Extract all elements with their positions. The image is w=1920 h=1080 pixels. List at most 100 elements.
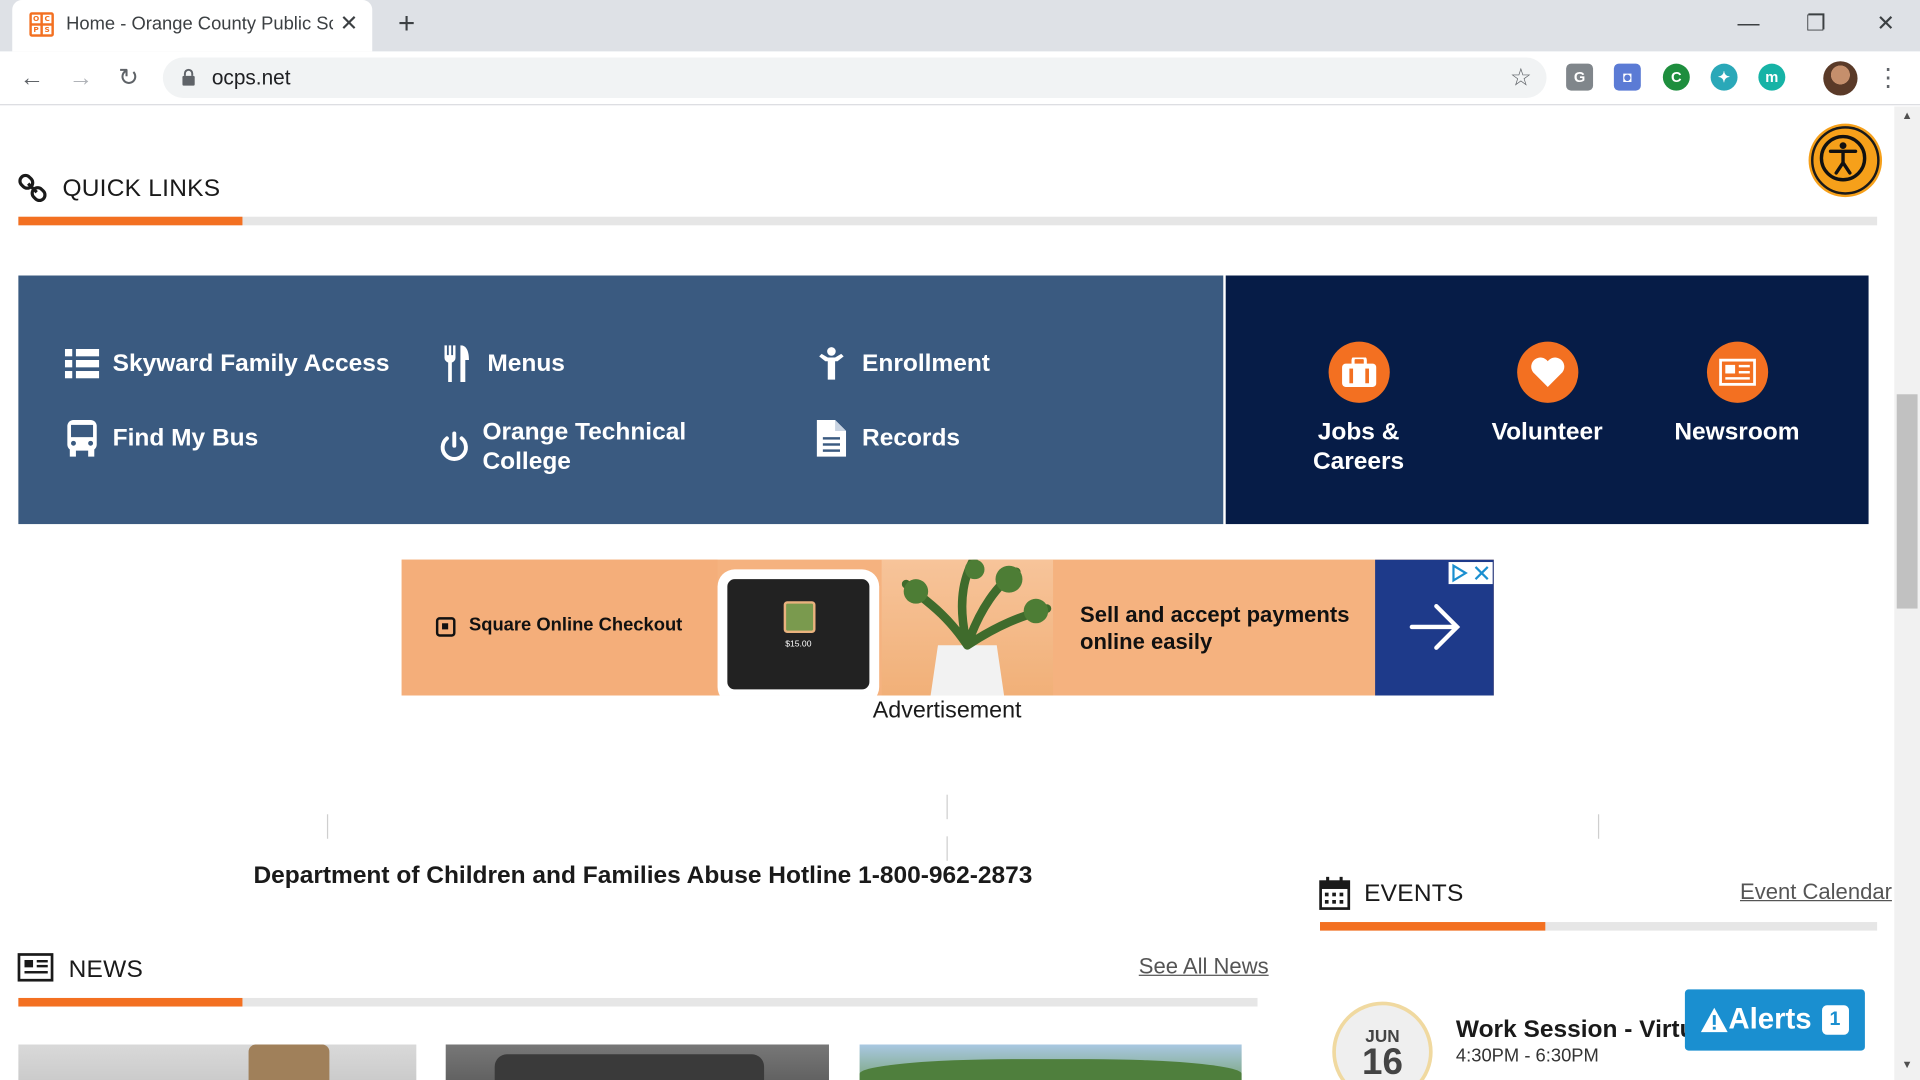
featured-link-label: Newsroom xyxy=(1674,418,1800,446)
featured-link-label: Jobs & Careers xyxy=(1312,418,1405,476)
g-extension-icon[interactable]: G xyxy=(1566,63,1594,91)
link-chain-icon xyxy=(18,173,47,203)
green-extension-icon[interactable]: C xyxy=(1662,63,1690,91)
browser-tab[interactable]: O C P S Home - Orange County Public Sc ✕ xyxy=(12,0,373,52)
quick-link-skyward[interactable]: Skyward Family Access xyxy=(64,345,390,382)
quick-link-enrollment[interactable]: Enrollment xyxy=(813,345,990,382)
new-tab-button[interactable]: + xyxy=(389,7,423,41)
page-content: QUICK LINKS Skyward Family Access Menus xyxy=(0,106,1895,1080)
divider xyxy=(326,814,329,839)
accessibility-button[interactable] xyxy=(1811,126,1880,195)
camera-extension-icon[interactable]: ◘ xyxy=(1613,63,1641,91)
ad-plants-image xyxy=(881,559,1054,696)
news-title: NEWS xyxy=(68,956,144,984)
quick-link-find-my-bus[interactable]: Find My Bus xyxy=(64,420,259,457)
divider xyxy=(946,836,948,861)
tab-close-icon[interactable]: ✕ xyxy=(336,10,363,37)
browser-menu-icon[interactable]: ⋮ xyxy=(1876,61,1900,95)
favicon-letter: C xyxy=(42,14,52,24)
scroll-up-arrow-icon[interactable]: ▲ xyxy=(1894,109,1920,129)
back-button[interactable]: ← xyxy=(15,61,49,95)
bus-icon xyxy=(64,420,101,457)
newspaper-icon xyxy=(1706,341,1768,403)
window-close-button[interactable]: ✕ xyxy=(1858,5,1914,42)
m-extension-icon[interactable]: m xyxy=(1758,63,1786,91)
minimize-button[interactable]: — xyxy=(1720,5,1776,42)
address-bar[interactable]: ocps.net ☆ xyxy=(162,57,1547,98)
forward-button[interactable]: → xyxy=(64,61,98,95)
heart-icon xyxy=(1516,341,1578,403)
calendar-icon xyxy=(1319,876,1351,910)
advertisement-banner[interactable]: Square Online Checkout $15.00 Sell and a… xyxy=(401,559,1494,696)
event-time: 4:30PM - 6:30PM xyxy=(1455,1045,1599,1067)
featured-links-panel: Jobs & Careers Volunteer Newsroom xyxy=(1225,275,1869,525)
browser-toolbar: ← → ↻ ocps.net ☆ G ◘ C ✦ m ⋮ xyxy=(0,51,1920,106)
featured-link-volunteer[interactable]: Volunteer xyxy=(1471,341,1624,447)
quick-link-label: Enrollment xyxy=(862,349,990,377)
quick-link-label: Orange Technical College xyxy=(482,418,687,476)
featured-link-newsroom[interactable]: Newsroom xyxy=(1660,341,1813,447)
event-title[interactable]: Work Session - Virtua xyxy=(1456,1016,1708,1044)
ad-phone-image: $15.00 xyxy=(717,569,880,696)
warning-icon xyxy=(1701,1007,1729,1033)
newspaper-icon xyxy=(17,953,54,982)
adchoices-icon[interactable] xyxy=(1448,562,1493,585)
alerts-button[interactable]: Alerts 1 xyxy=(1684,989,1865,1051)
document-icon xyxy=(813,420,850,457)
square-logo-icon xyxy=(435,617,456,637)
lock-icon xyxy=(182,68,195,86)
quick-links-underline xyxy=(18,216,1878,226)
browser-tab-bar: O C P S Home - Orange County Public Sc ✕… xyxy=(0,0,1920,52)
quick-link-label: Find My Bus xyxy=(112,424,259,452)
power-icon xyxy=(438,429,470,466)
bird-extension-icon[interactable]: ✦ xyxy=(1710,63,1738,91)
events-title: EVENTS xyxy=(1364,880,1464,908)
quick-link-label: Menus xyxy=(487,349,565,377)
favicon-letter: S xyxy=(42,25,52,35)
quick-link-records[interactable]: Records xyxy=(813,420,960,457)
url-text[interactable]: ocps.net xyxy=(212,66,291,90)
utensils-icon xyxy=(438,345,475,383)
alerts-count-badge: 1 xyxy=(1821,1005,1849,1035)
briefcase-icon xyxy=(1327,341,1390,403)
restore-button[interactable]: ❐ xyxy=(1788,5,1844,42)
scrollbar-thumb[interactable] xyxy=(1896,394,1918,609)
favicon-letter: P xyxy=(31,25,41,35)
ad-headline: Sell and accept payments online easily xyxy=(1080,602,1350,654)
quick-link-menus[interactable]: Menus xyxy=(438,345,565,383)
scroll-down-arrow-icon[interactable]: ▼ xyxy=(1894,1058,1920,1078)
see-all-news-link[interactable]: See All News xyxy=(1139,954,1269,980)
advertisement-caption: Advertisement xyxy=(872,697,1022,724)
bookmark-star-icon[interactable]: ☆ xyxy=(1510,62,1532,93)
quick-links-panel: Skyward Family Access Menus Enrollment F… xyxy=(18,275,1224,525)
ad-brand-name: Square Online Checkout xyxy=(468,614,683,636)
ad-price: $15.00 xyxy=(785,640,812,649)
profile-avatar[interactable] xyxy=(1823,61,1858,96)
quick-links-title: QUICK LINKS xyxy=(62,175,221,203)
child-icon xyxy=(813,345,850,382)
event-day: 16 xyxy=(1362,1042,1403,1080)
favicon-letter: O xyxy=(31,14,41,24)
quick-link-label: Records xyxy=(862,424,961,452)
tab-title: Home - Orange County Public Sc xyxy=(66,13,334,35)
events-underline xyxy=(1320,922,1878,931)
news-thumbnail[interactable] xyxy=(859,1044,1242,1080)
news-thumbnail[interactable] xyxy=(445,1044,829,1080)
ocps-favicon-icon: O C P S xyxy=(29,12,54,37)
divider xyxy=(1597,814,1600,839)
quick-link-orange-technical-college[interactable]: Orange Technical College xyxy=(438,418,720,477)
page-scrollbar[interactable]: ▲ ▼ xyxy=(1894,106,1920,1080)
list-icon xyxy=(64,345,101,382)
divider xyxy=(946,794,948,820)
featured-link-jobs-careers[interactable]: Jobs & Careers xyxy=(1282,341,1435,477)
featured-link-label: Volunteer xyxy=(1491,418,1603,446)
event-calendar-link[interactable]: Event Calendar xyxy=(1740,879,1892,905)
news-underline xyxy=(18,997,1258,1007)
quick-link-label: Skyward Family Access xyxy=(112,349,390,377)
abuse-hotline-text: Department of Children and Families Abus… xyxy=(253,862,1033,889)
reload-button[interactable]: ↻ xyxy=(111,61,145,95)
accessibility-icon xyxy=(1819,134,1867,182)
event-date-badge: JUN 16 xyxy=(1332,1001,1433,1080)
alerts-label: Alerts xyxy=(1728,1002,1812,1036)
news-thumbnail[interactable] xyxy=(18,1044,417,1080)
